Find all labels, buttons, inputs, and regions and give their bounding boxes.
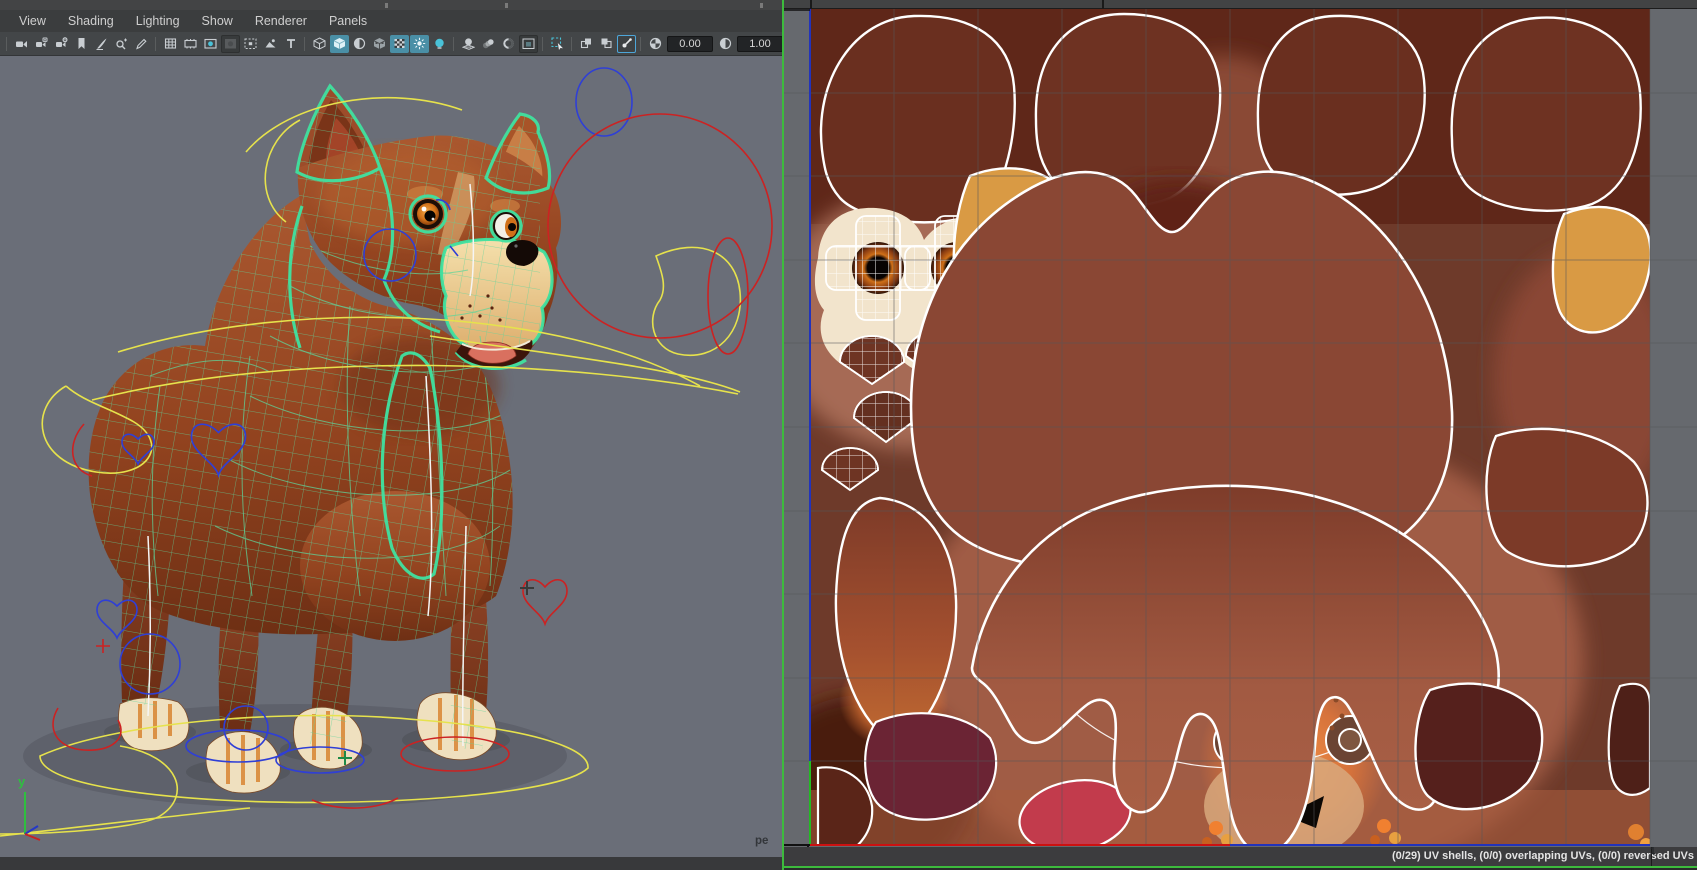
lights-icon[interactable] [409,34,429,53]
exposure-icon[interactable] [646,35,665,53]
motion-blur-icon[interactable] [479,35,498,53]
resolution-gate-icon[interactable] [201,35,220,53]
ruler-tick [810,0,812,9]
gamma-icon[interactable] [716,35,735,53]
toolbar-separator [570,36,573,51]
image-plane-icon[interactable] [92,35,111,53]
panel-menu-bar: View Shading Lighting Show Renderer Panels [0,10,782,32]
gamma-field[interactable]: 1.00 [737,35,783,52]
3d-scene-render[interactable]: y [0,56,782,870]
textured-icon[interactable] [370,35,389,53]
uv-shell-leg[interactable] [1256,14,1426,196]
safe-title-icon[interactable] [281,35,300,53]
safe-action-icon[interactable] [261,35,280,53]
uv-shell-chest[interactable] [834,496,958,748]
toolbar-separator [541,36,544,51]
select-object-icon[interactable] [548,35,567,53]
xray-icon[interactable] [616,34,636,53]
viewport-3d-scene[interactable]: y [0,56,782,870]
isolate-select-icon[interactable] [577,35,596,53]
film-gate-icon[interactable] [181,35,200,53]
uv-layout-view[interactable] [784,9,1697,847]
anti-alias-icon[interactable] [518,34,538,53]
top-edge-tick [505,3,508,8]
ruler-tick [1102,0,1104,9]
checkered-icon[interactable] [389,34,409,53]
use-default-material-icon[interactable] [350,35,369,53]
uv-shell-crescent-maroon[interactable] [864,712,998,821]
2d-pan-zoom-icon[interactable] [112,35,131,53]
uv-editor-panel: 1 (0/29) UV shells, (0/0) overlapping UV… [784,0,1697,870]
toolbar-separator [639,36,642,51]
ground-shadows-icon[interactable] [459,35,478,53]
grid-icon[interactable] [161,35,180,53]
uv-ruler-label-1: 1 [1650,846,1656,857]
smooth-shade-icon[interactable] [329,34,349,53]
toolbar-separator [5,36,8,51]
menu-renderer[interactable]: Renderer [244,12,318,31]
uv-editor-top-edge [784,0,1697,9]
window-bottom-edge [0,857,782,870]
active-panel-border [782,0,784,870]
camera-label: pe [755,835,769,847]
menu-shading[interactable]: Shading [57,12,125,31]
top-edge-tick [385,3,388,8]
uv-editor-canvas[interactable] [784,9,1697,847]
wireframe-icon[interactable] [310,35,329,53]
shadows-icon[interactable] [430,35,449,53]
toolbar-separator [154,36,157,51]
axis-y-label: y [18,774,26,789]
menu-show[interactable]: Show [191,12,244,31]
viewport-toolbar: 0.001.00ONsR [0,32,826,56]
top-edge-tick [760,3,763,8]
gate-mask-icon[interactable] [220,34,240,53]
field-chart-icon[interactable] [241,35,260,53]
perspective-viewport-panel: View Shading Lighting Show Renderer Panels 0.… [0,10,826,870]
grease-pencil-icon[interactable] [132,35,151,53]
uv-shell-wedge-edge[interactable] [1607,682,1650,796]
isolate-add-icon[interactable] [597,35,616,53]
uv-shell-leg[interactable] [1450,16,1642,213]
camera-attributes-icon[interactable] [52,35,71,53]
select-camera-icon[interactable] [12,35,31,53]
ambient-occlusion-icon[interactable] [499,35,518,53]
menu-view[interactable]: View [8,12,57,31]
toolbar-separator [303,36,306,51]
uv-status-bar: (0/29) UV shells, (0/0) overlapping UVs,… [784,847,1697,866]
bookmark-icon[interactable] [72,35,91,53]
exposure-field[interactable]: 0.00 [667,35,713,52]
lock-camera-icon[interactable] [32,35,51,53]
maya-window: View Shading Lighting Show Renderer Panels 0.… [0,0,1697,870]
toolbar-separator [452,36,455,51]
texture-image [810,9,1650,845]
menu-lighting[interactable]: Lighting [125,12,191,31]
menu-panels[interactable]: Panels [318,12,378,31]
